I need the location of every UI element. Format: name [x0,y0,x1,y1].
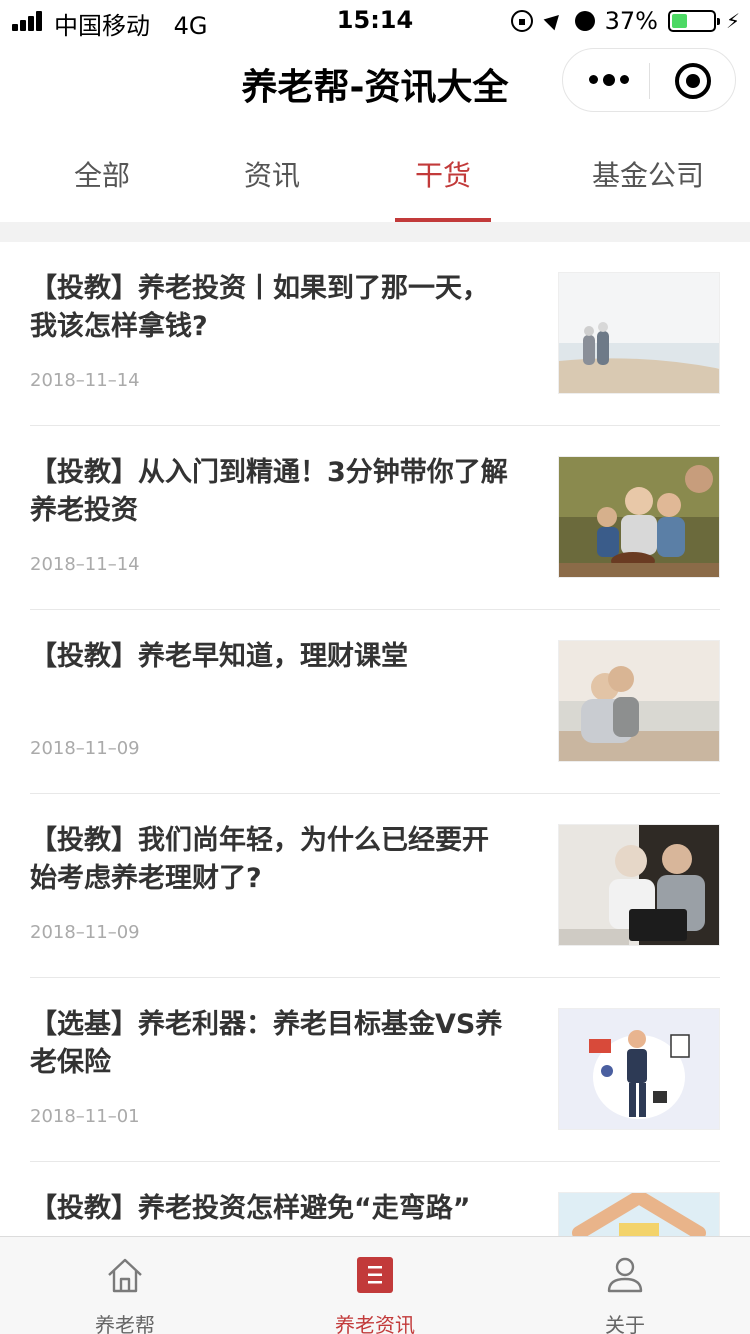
article-title: 【投教】我们尚年轻，为什么已经要开始考虑养老理财了? [30,825,489,894]
tab-news[interactable]: 资讯 [204,128,340,222]
category-tabs: 全部 资讯 干货 基金公司 [0,128,750,222]
article-date: 2018–11–14 [30,554,140,575]
battery-percent: 37% [604,7,658,35]
capsule-divider [649,63,650,99]
multitasking-businessman-illustration [558,1008,720,1130]
article-title: 【选基】养老利器：养老目标基金VS养老保险 [30,1009,503,1078]
bottom-tab-bar: 养老帮 养老资讯 关于 [0,1236,750,1334]
tab-label: 基金公司 [591,159,704,192]
article-date: 2018–11–14 [30,370,140,391]
tabbar-label: 养老帮 [95,1313,155,1334]
section-divider [0,222,750,242]
elderly-couple-tablet-photo [558,824,720,946]
elderly-couple-beach-photo [558,272,720,394]
tab-label: 资讯 [243,159,300,192]
status-icons: 37% ⚡ [510,6,740,36]
tab-fund-companies[interactable]: 基金公司 [546,128,750,222]
battery-icon [667,10,720,32]
article-date: 2018–11–09 [30,922,140,943]
article-title: 【投教】养老投资丨如果到了那一天，我该怎样拿钱? [30,273,489,342]
list-item[interactable]: 【投教】我们尚年轻，为什么已经要开始考虑养老理财了? 2018–11–09 [30,794,720,978]
article-title: 【投教】养老投资怎样避免“走弯路” [30,1193,471,1224]
rotation-lock-icon [510,10,533,32]
mini-program-capsule [562,48,736,112]
list-item[interactable]: 【选基】养老利器：养老目标基金VS养老保险 2018–11–01 [30,978,720,1162]
list-item[interactable]: 【投教】从入门到精通！3分钟带你了解养老投资 2018–11–14 [30,426,720,610]
list-item[interactable]: 【投教】养老投资丨如果到了那一天，我该怎样拿钱? 2018–11–14 [30,242,720,426]
tab-all[interactable]: 全部 [0,128,204,222]
tabbar-label: 关于 [605,1313,645,1334]
article-title: 【投教】从入门到精通！3分钟带你了解养老投资 [30,457,508,526]
tab-label: 全部 [73,159,130,192]
alarm-icon [574,11,595,31]
target-icon[interactable] [675,63,711,99]
home-icon [108,1258,142,1293]
tab-label: 干货 [414,159,471,192]
more-dots-icon[interactable] [589,73,629,86]
article-date: 2018–11–09 [30,738,140,759]
navigation-bar: 养老帮-资讯大全 [0,40,750,128]
hands-roof-illustration [558,1192,720,1236]
user-icon [607,1257,643,1293]
list-item[interactable]: 【投教】养老早知道，理财课堂 2018–11–09 [30,610,720,794]
location-icon [543,9,565,32]
tab-dry-goods[interactable]: 干货 [340,128,546,222]
tabbar-item-about[interactable]: 关于 [500,1237,750,1334]
tabbar-item-home[interactable]: 养老帮 [0,1237,250,1334]
news-icon [357,1257,393,1293]
article-date: 2018–11–01 [30,1106,140,1127]
status-bar: 中国移动 4G 15:14 37% ⚡ [0,0,750,40]
article-title: 【投教】养老早知道，理财课堂 [30,641,408,672]
tabbar-item-news[interactable]: 养老资讯 [250,1237,500,1334]
charging-bolt-icon: ⚡ [725,9,740,33]
tabbar-label: 养老资讯 [335,1313,415,1334]
couple-piggyback-beach-photo [558,640,720,762]
article-list: 【投教】养老投资丨如果到了那一天，我该怎样拿钱? 2018–11–14 【投教】… [0,242,750,1236]
list-item[interactable]: 【投教】养老投资怎样避免“走弯路” [30,1162,720,1236]
family-birthday-cake-photo [558,456,720,578]
